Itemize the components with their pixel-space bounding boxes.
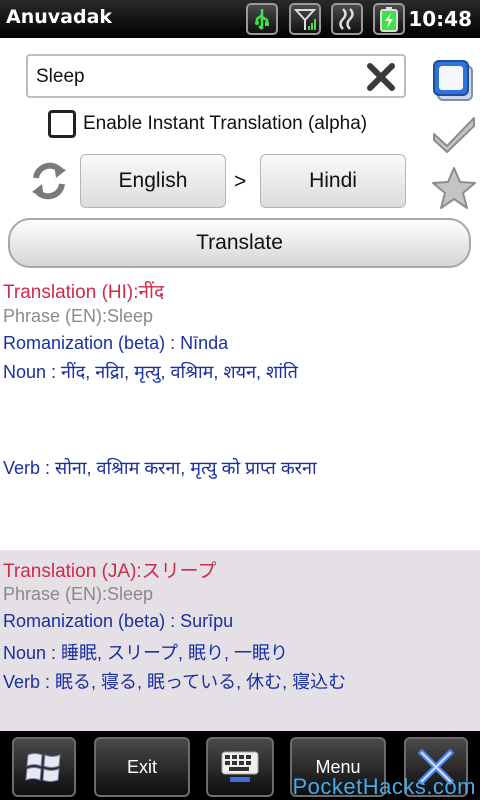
phrase-line: Phrase (EN):Sleep: [3, 584, 154, 604]
target-language-button[interactable]: Hindi: [260, 154, 406, 208]
noun-line: Noun : 睡眠, スリープ, 眠り, 一眠り: [3, 643, 288, 663]
favorite-star-icon: [432, 167, 476, 209]
battery-charging-icon: [373, 3, 405, 35]
search-input[interactable]: [36, 64, 356, 90]
result-japanese: Translation (JA):スリープ Phrase (EN):Sleep …: [0, 550, 480, 731]
clear-button[interactable]: [364, 60, 398, 94]
translate-button[interactable]: Translate: [8, 218, 471, 268]
bottom-bar: Exit Menu PocketHacks.com: [0, 731, 480, 800]
start-button[interactable]: [12, 737, 76, 797]
status-bar: Anuvadak 10:48: [0, 0, 480, 38]
windows-start-icon: [25, 753, 61, 782]
favorite-button[interactable]: [430, 164, 478, 212]
usb-icon: [246, 3, 278, 35]
swap-languages-button[interactable]: [28, 160, 70, 202]
watermark: PocketHacks.com: [292, 774, 476, 799]
language-separator: >: [234, 170, 247, 193]
keyboard-button[interactable]: [206, 737, 274, 797]
exit-button[interactable]: Exit: [94, 737, 190, 797]
verb-line: Verb : 眠る, 寝る, 眠っている, 休む, 寝込む: [3, 672, 347, 692]
signal-icon: [289, 3, 321, 35]
app-title: Anuvadak: [6, 6, 113, 28]
search-field[interactable]: [26, 54, 406, 98]
translation-line: Translation (HI):नींद: [3, 282, 165, 303]
source-language-button[interactable]: English: [80, 154, 226, 208]
copy-icon: [433, 60, 473, 101]
noun-line: Noun : नींद, नद्रिा, मृत्यु, वश्रिाम, शय…: [3, 362, 298, 382]
instant-translation-checkbox[interactable]: [48, 110, 76, 138]
checkmark-icon: [433, 117, 475, 153]
data-icon: [331, 3, 363, 35]
instant-translation-label: Enable Instant Translation (alpha): [83, 113, 368, 134]
translation-line: Translation (JA):スリープ: [3, 561, 217, 582]
romanization-line: Romanization (beta) : Nīnda: [3, 333, 229, 353]
phrase-line: Phrase (EN):Sleep: [3, 306, 154, 326]
check-button[interactable]: [430, 110, 478, 158]
clock: 10:48: [408, 7, 472, 31]
keyboard-icon: [221, 751, 259, 782]
copy-button[interactable]: [430, 56, 478, 104]
result-hindi: Translation (HI):नींद Phrase (EN):Sleep …: [0, 270, 480, 550]
romanization-line: Romanization (beta) : Surīpu: [3, 611, 234, 631]
verb-line: Verb : सोना, वश्रिाम करना, मृत्यु को प्र…: [3, 458, 317, 478]
close-icon: [367, 63, 395, 91]
swap-icon: [32, 162, 66, 200]
